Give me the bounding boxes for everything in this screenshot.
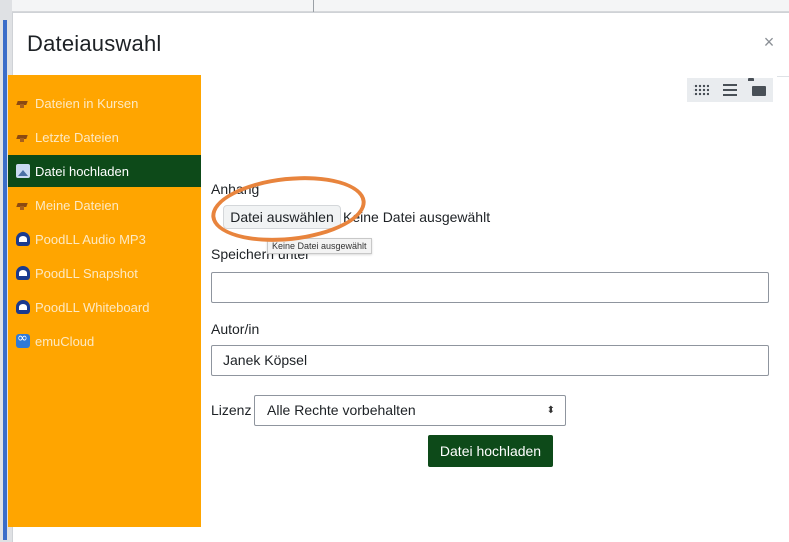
attachment-label: Anhang bbox=[211, 181, 260, 197]
sidebar-item-label: Datei hochladen bbox=[35, 163, 129, 179]
folder-view-button[interactable] bbox=[748, 81, 770, 99]
file-status-text: Keine Datei ausgewählt bbox=[343, 209, 491, 225]
author-input[interactable]: Janek Köpsel bbox=[211, 345, 769, 376]
hat-icon bbox=[16, 96, 30, 110]
sidebar-item-poodll-snapshot[interactable]: PoodLL Snapshot bbox=[8, 257, 201, 289]
save-as-input[interactable] bbox=[211, 272, 769, 303]
dialog-title: Dateiauswahl bbox=[27, 31, 162, 56]
list-view-button[interactable] bbox=[719, 81, 741, 99]
sidebar-item-label: Meine Dateien bbox=[35, 197, 119, 213]
sidebar-item-dateien-in-kursen[interactable]: Dateien in Kursen bbox=[8, 87, 201, 119]
license-label: Lizenz bbox=[211, 402, 252, 418]
upload-submit-button[interactable]: Datei hochladen bbox=[428, 435, 553, 467]
hat-icon bbox=[16, 198, 30, 212]
sidebar-item-label: Dateien in Kursen bbox=[35, 95, 139, 111]
sidebar-item-label: PoodLL Whiteboard bbox=[35, 299, 150, 315]
sidebar-item-label: PoodLL Snapshot bbox=[35, 265, 138, 281]
choose-file-button[interactable]: Datei auswählen bbox=[223, 205, 341, 229]
author-label: Autor/in bbox=[211, 321, 260, 337]
poodll-icon bbox=[16, 232, 30, 246]
sidebar-item-label: PoodLL Audio MP3 bbox=[35, 231, 146, 247]
license-select[interactable]: Alle Rechte vorbehalten ⬍ bbox=[254, 395, 566, 426]
close-icon[interactable]: × bbox=[758, 31, 780, 53]
background-accent-bar bbox=[3, 20, 7, 540]
grid-view-button[interactable] bbox=[690, 81, 712, 99]
sidebar-item-letzte-dateien[interactable]: Letzte Dateien bbox=[8, 121, 201, 153]
repository-sidebar: Dateien in Kursen Letzte Dateien Datei h… bbox=[8, 75, 201, 527]
grid-icon bbox=[693, 84, 710, 96]
upload-icon bbox=[16, 164, 30, 178]
folder-icon bbox=[751, 86, 766, 96]
select-arrows-icon: ⬍ bbox=[546, 405, 555, 416]
background-top-bar bbox=[0, 0, 789, 12]
file-tooltip: Keine Datei ausgewählt bbox=[267, 238, 372, 254]
license-selected-value: Alle Rechte vorbehalten bbox=[267, 402, 416, 418]
poodll-icon bbox=[16, 300, 30, 314]
sidebar-item-poodll-audio[interactable]: PoodLL Audio MP3 bbox=[8, 223, 201, 255]
hat-icon bbox=[16, 130, 30, 144]
sidebar-item-emucloud[interactable]: emuCloud bbox=[8, 325, 201, 357]
cloud-icon bbox=[16, 331, 30, 348]
sidebar-item-label: Letzte Dateien bbox=[35, 129, 119, 145]
sidebar-item-datei-hochladen[interactable]: Datei hochladen bbox=[8, 155, 201, 187]
dialog-header: Dateiauswahl × bbox=[13, 13, 789, 77]
view-toolbar bbox=[687, 78, 773, 102]
sidebar-item-label: emuCloud bbox=[35, 333, 95, 349]
upload-panel: Anhang Datei auswählen Keine Datei ausge… bbox=[201, 75, 777, 527]
sidebar-item-poodll-whiteboard[interactable]: PoodLL Whiteboard bbox=[8, 291, 201, 323]
background-divider bbox=[313, 0, 314, 12]
poodll-icon bbox=[16, 266, 30, 280]
list-icon bbox=[722, 84, 737, 96]
sidebar-item-meine-dateien[interactable]: Meine Dateien bbox=[8, 189, 201, 221]
